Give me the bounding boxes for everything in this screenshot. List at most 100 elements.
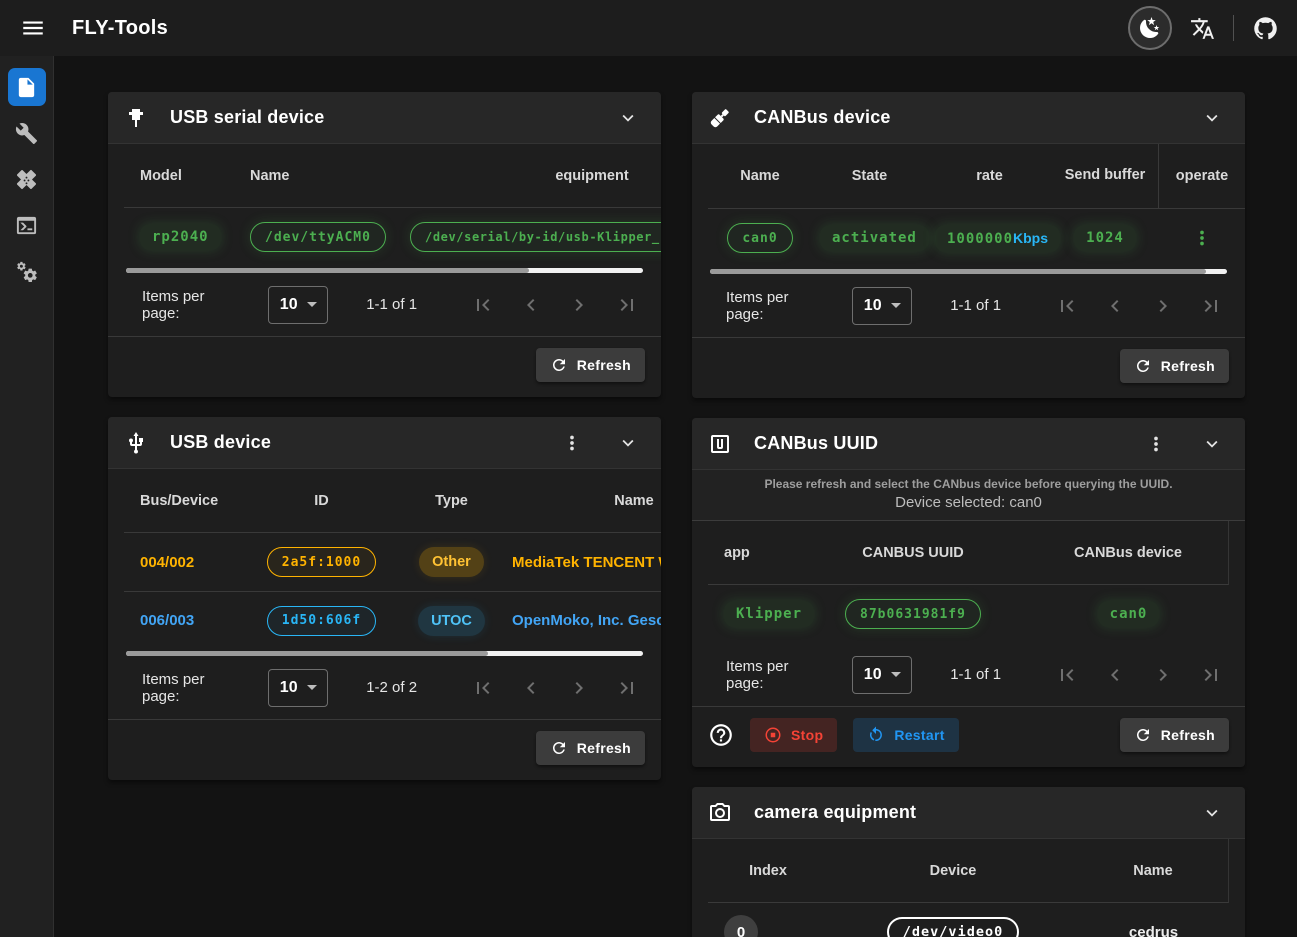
caret-down-icon	[891, 303, 901, 308]
restart-icon	[867, 726, 885, 744]
card-menu-button[interactable]	[1145, 433, 1167, 455]
next-page-button[interactable]	[1139, 294, 1187, 318]
last-page-button[interactable]	[1187, 663, 1235, 687]
caret-down-icon	[307, 302, 317, 307]
collapse-chevron-icon[interactable]	[617, 107, 639, 129]
canbus-uuid-card: CANBus UUID Please refresh and select th…	[692, 418, 1245, 767]
table-row: 004/002 2a5f:1000 Other MediaTek TENCENT…	[124, 533, 661, 591]
topbar-divider	[1233, 15, 1234, 41]
stop-button[interactable]: Stop	[750, 718, 837, 752]
github-button[interactable]	[1252, 15, 1279, 42]
table-header-row: Bus/Device ID Type Name	[124, 469, 661, 533]
items-per-page-label: Items per page:	[142, 671, 246, 705]
row-menu-button[interactable]	[1183, 227, 1221, 249]
usb-id-chip: 1d50:606f	[267, 606, 376, 636]
refresh-button[interactable]: Refresh	[1120, 349, 1229, 383]
page-range-label: 1-1 of 1	[366, 296, 417, 313]
sidebar-item-tools[interactable]	[8, 114, 46, 152]
paginator: Items per page: 10 1-2 of 2	[108, 656, 661, 720]
page-size-select[interactable]: 10	[268, 286, 328, 324]
next-page-button[interactable]	[555, 676, 603, 700]
prev-page-button[interactable]	[507, 293, 555, 317]
prev-page-button[interactable]	[1091, 663, 1139, 687]
card-title: CANBus UUID	[754, 433, 878, 454]
collapse-chevron-icon[interactable]	[1201, 107, 1223, 129]
sidebar-item-device-search[interactable]	[8, 68, 46, 106]
column-header: Send buffer	[1052, 165, 1158, 187]
usb-id-chip: 2a5f:1000	[267, 547, 376, 577]
model-value: rp2040	[140, 224, 221, 250]
card-menu-button[interactable]	[561, 432, 583, 454]
wrench-icon	[15, 122, 38, 145]
restart-button[interactable]: Restart	[853, 718, 958, 752]
sidebar-item-terminal[interactable]	[8, 206, 46, 244]
column-header: CANBus device	[1028, 545, 1228, 561]
collapse-chevron-icon[interactable]	[1201, 802, 1223, 824]
bus-device-value: 006/003	[124, 612, 244, 629]
dark-theme-toggle-button[interactable]	[1128, 6, 1172, 50]
sidebar-item-flash[interactable]	[8, 160, 46, 198]
column-header: Type	[399, 493, 504, 509]
table-row: 006/003 1d50:606f UTOC OpenMoko, Inc. Ge…	[124, 591, 661, 649]
refresh-icon	[1134, 357, 1152, 375]
menu-icon[interactable]	[20, 15, 46, 41]
table-row: rp2040 /dev/ttyACM0 /dev/serial/by-id/us…	[124, 208, 661, 266]
uuid-hint-text: Please refresh and select the CANbus dev…	[702, 477, 1235, 491]
prev-page-button[interactable]	[507, 676, 555, 700]
help-button[interactable]	[708, 722, 734, 748]
page-size-select[interactable]: 10	[852, 656, 912, 694]
table-header-row: Index Device Name	[708, 839, 1229, 903]
refresh-icon	[1134, 726, 1152, 744]
horizontal-scrollbar[interactable]	[126, 268, 643, 273]
card-title: USB device	[170, 432, 271, 453]
column-header: rate	[927, 168, 1052, 184]
usb-serial-card-header: USB serial device	[108, 92, 661, 144]
table-row: 0 /dev/video0 cedrus	[708, 903, 1229, 937]
translate-button[interactable]	[1190, 16, 1215, 41]
camera-card-header: camera equipment	[692, 787, 1245, 839]
sidebar-item-settings[interactable]	[8, 252, 46, 290]
first-page-button[interactable]	[1043, 294, 1091, 318]
page-size-select[interactable]: 10	[268, 669, 328, 707]
page-range-label: 1-1 of 1	[950, 666, 1001, 683]
table-header-row: Model Name equipment	[124, 144, 661, 208]
prev-page-button[interactable]	[1091, 294, 1139, 318]
table-header-row: Name State rate Send buffer operate	[708, 144, 1245, 209]
first-page-button[interactable]	[459, 676, 507, 700]
app-title: FLY-Tools	[72, 17, 168, 40]
canbus-device-card: CANBus device Name State rate Send buffe…	[692, 92, 1245, 398]
usb-serial-device-card: USB serial device Model Name equipment	[108, 92, 661, 397]
refresh-button[interactable]: Refresh	[536, 731, 645, 765]
uuid-chip: 87b0631981f9	[845, 599, 981, 629]
column-header: Name	[1078, 863, 1228, 879]
cable-icon	[708, 106, 732, 130]
horizontal-scrollbar[interactable]	[126, 651, 643, 656]
column-header: Bus/Device	[124, 493, 244, 509]
next-page-button[interactable]	[555, 293, 603, 317]
usb-name-value: OpenMoko, Inc. Geschwister	[504, 612, 661, 629]
last-page-button[interactable]	[1187, 294, 1235, 318]
device-selected-text: Device selected: can0	[702, 494, 1235, 511]
column-header: app	[708, 545, 798, 561]
last-page-button[interactable]	[603, 293, 651, 317]
healing-icon	[15, 168, 38, 191]
column-header: Name	[242, 168, 402, 184]
first-page-button[interactable]	[1043, 663, 1091, 687]
page-size-select[interactable]: 10	[852, 287, 912, 325]
column-header: Model	[124, 168, 242, 184]
horizontal-scrollbar[interactable]	[710, 269, 1227, 274]
camera-index-badge: 0	[724, 915, 758, 937]
main-content: USB serial device Model Name equipment	[54, 56, 1297, 937]
refresh-button[interactable]: Refresh	[1120, 718, 1229, 752]
translate-icon	[1190, 16, 1215, 41]
collapse-chevron-icon[interactable]	[617, 432, 639, 454]
next-page-button[interactable]	[1139, 663, 1187, 687]
refresh-button[interactable]: Refresh	[536, 348, 645, 382]
last-page-button[interactable]	[603, 676, 651, 700]
first-page-button[interactable]	[459, 293, 507, 317]
serial-port-icon	[124, 106, 148, 130]
stop-circle-icon	[764, 726, 782, 744]
dots-vertical-icon	[1145, 433, 1167, 455]
collapse-chevron-icon[interactable]	[1201, 433, 1223, 455]
page-range-label: 1-2 of 2	[366, 679, 417, 696]
